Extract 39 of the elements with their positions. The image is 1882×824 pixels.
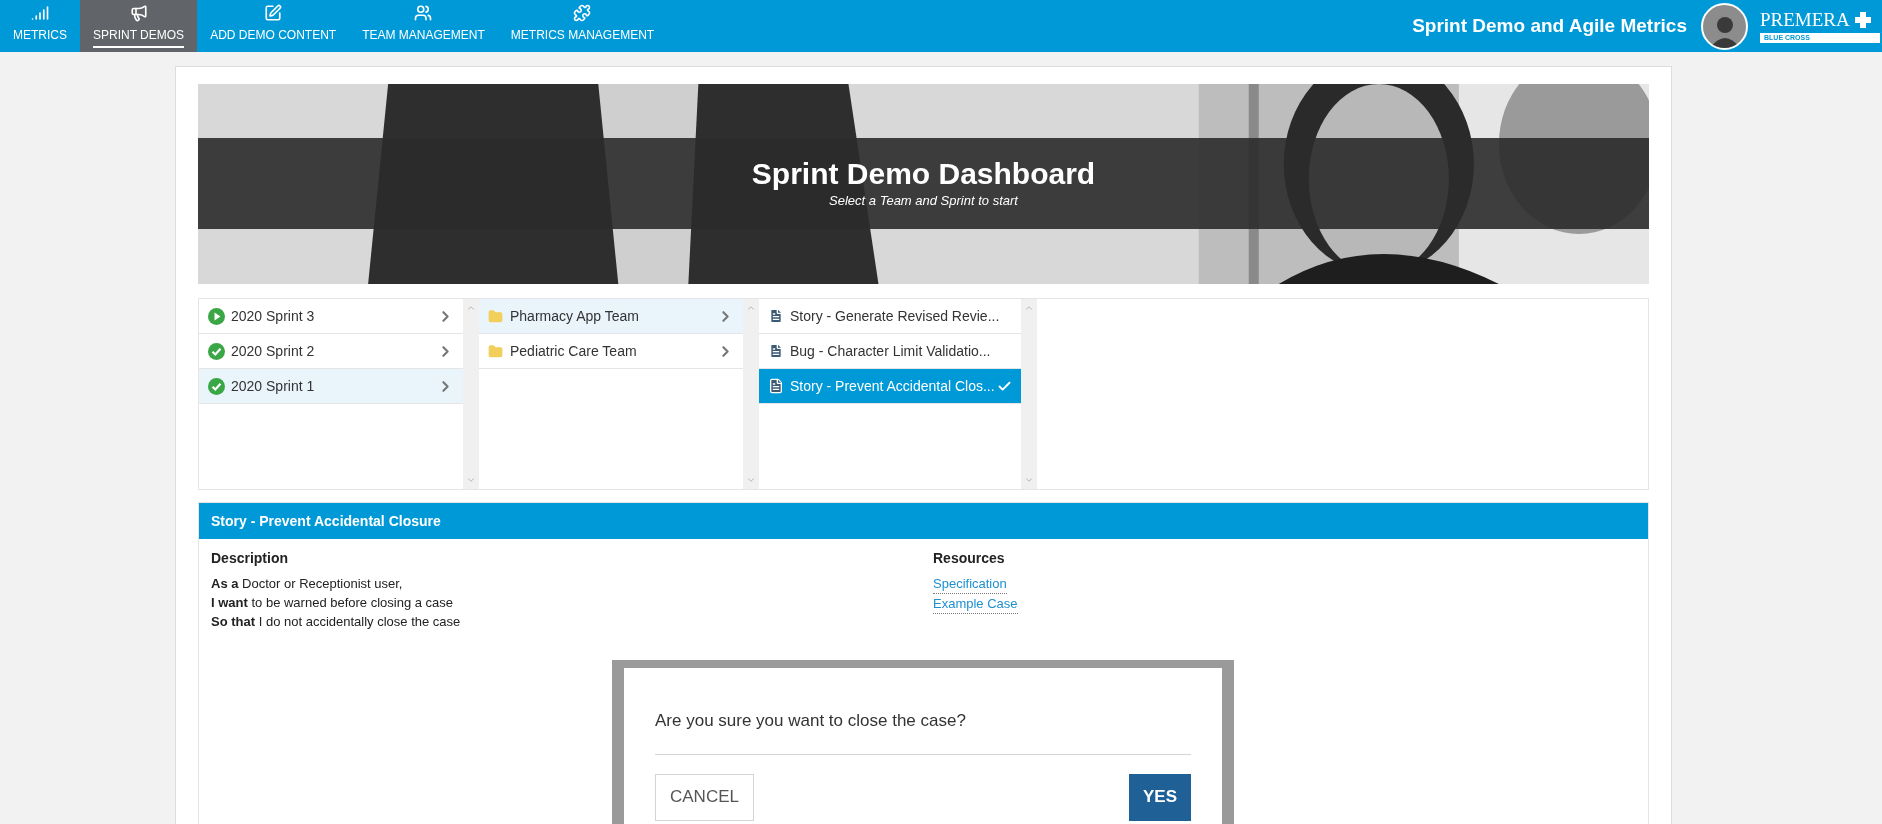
check-circle-icon [208, 377, 225, 395]
scroll-up-icon[interactable] [466, 303, 476, 313]
scroll-up-icon[interactable] [746, 303, 756, 313]
document-icon [768, 308, 784, 324]
banner-title: Sprint Demo Dashboard [751, 156, 1096, 191]
description-line: I want to be warned before closing a case [211, 594, 455, 612]
play-icon [208, 307, 225, 325]
users-icon [414, 4, 433, 22]
banner-subtitle: Select a Team and Sprint to start [829, 191, 1018, 210]
edit-icon [264, 4, 283, 22]
cancel-button[interactable]: CANCEL [655, 773, 754, 821]
team-item[interactable]: Pharmacy App Team [479, 299, 743, 334]
document-icon [768, 343, 784, 359]
megaphone-icon [129, 4, 148, 22]
signal-icon [31, 4, 49, 22]
folder-icon [488, 308, 503, 324]
yes-button[interactable]: YES [1128, 773, 1191, 821]
sprint-item[interactable]: 2020 Sprint 1 [199, 369, 463, 404]
puzzle-icon [573, 4, 592, 22]
folder-icon [488, 343, 503, 359]
cross-icon [1853, 11, 1872, 29]
scroll-up-icon[interactable] [1024, 303, 1034, 313]
resource-link[interactable]: Specification [933, 574, 1007, 594]
description-line: So that I do not accidentally close the case [211, 613, 462, 631]
description-line: As a Doctor or Receptionist user, [211, 575, 404, 593]
detail-title: Story - Prevent Accidental Closure [211, 511, 441, 531]
scroll-down-icon[interactable] [1024, 475, 1034, 485]
logo-text: PREMERA [1760, 9, 1850, 31]
description-heading: Description [211, 549, 289, 568]
dialog-message: Are you sure you want to close the case? [655, 708, 1191, 755]
scroll-down-icon[interactable] [466, 475, 476, 485]
app-title: Sprint Demo and Agile Metrics [1412, 13, 1687, 38]
scroll-down-icon[interactable] [746, 475, 756, 485]
nav-tab[interactable]: SPRINT DEMOS [80, 0, 198, 52]
resources-heading: Resources [933, 549, 1005, 568]
resource-link[interactable]: Example Case [933, 594, 1018, 614]
document-icon [768, 378, 784, 394]
check-circle-icon [208, 342, 225, 360]
avatar[interactable] [1701, 2, 1748, 50]
